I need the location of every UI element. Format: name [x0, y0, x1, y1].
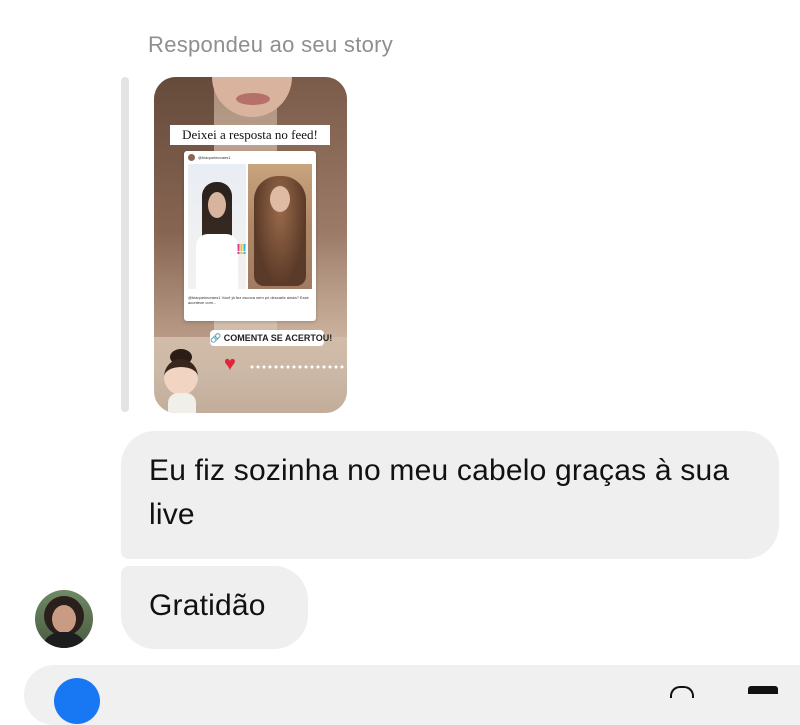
story-cta-text: COMENTA SE ACERTOU!	[223, 333, 333, 343]
camera-button[interactable]	[54, 678, 100, 724]
message-bubble[interactable]: Eu fiz sozinha no meu cabelo graças à su…	[121, 431, 779, 559]
message-text: Eu fiz sozinha no meu cabelo graças à su…	[149, 454, 730, 531]
exclamation-mark: !	[242, 241, 247, 258]
exclamation-marks: !!!	[236, 241, 247, 258]
memoji-body	[168, 393, 196, 413]
avatar-face	[52, 605, 76, 633]
gallery-icon[interactable]	[748, 686, 778, 694]
post-username: @biaqueimoraes1	[198, 155, 231, 160]
message-text: Gratidão	[149, 589, 266, 622]
post-photo-before	[188, 164, 246, 289]
story-preview[interactable]: Deixei a resposta no feed! @biaqueimorae…	[154, 77, 347, 413]
photo-face	[270, 186, 290, 212]
avatar-shirt	[41, 632, 87, 648]
heart-icon: ♥	[224, 353, 236, 375]
post-photo-after	[248, 164, 312, 289]
sender-avatar[interactable]	[35, 590, 93, 648]
story-cta-pill: 🔗 COMENTA SE ACERTOU!	[210, 330, 332, 346]
story-reply-label: Respondeu ao seu story	[148, 32, 394, 57]
memoji-head	[164, 359, 198, 395]
message-bubble[interactable]: Gratidão	[121, 566, 308, 649]
story-bg-lips	[236, 93, 270, 105]
post-caption-text: @biaqueimoraes1 Você já fez escova sem p…	[188, 295, 309, 305]
photo-face	[208, 192, 226, 218]
photo-shirt	[196, 234, 238, 289]
story-post-screenshot: @biaqueimoraes1 !!! @biaqueimoraes1 Você…	[184, 151, 316, 321]
memoji-avatar	[158, 347, 218, 413]
post-avatar	[188, 154, 195, 161]
quote-bar	[121, 77, 129, 412]
microphone-icon[interactable]	[670, 686, 694, 698]
link-icon: 🔗	[210, 333, 222, 343]
story-caption: Deixei a resposta no feed!	[170, 125, 330, 145]
dotted-line	[249, 365, 345, 369]
